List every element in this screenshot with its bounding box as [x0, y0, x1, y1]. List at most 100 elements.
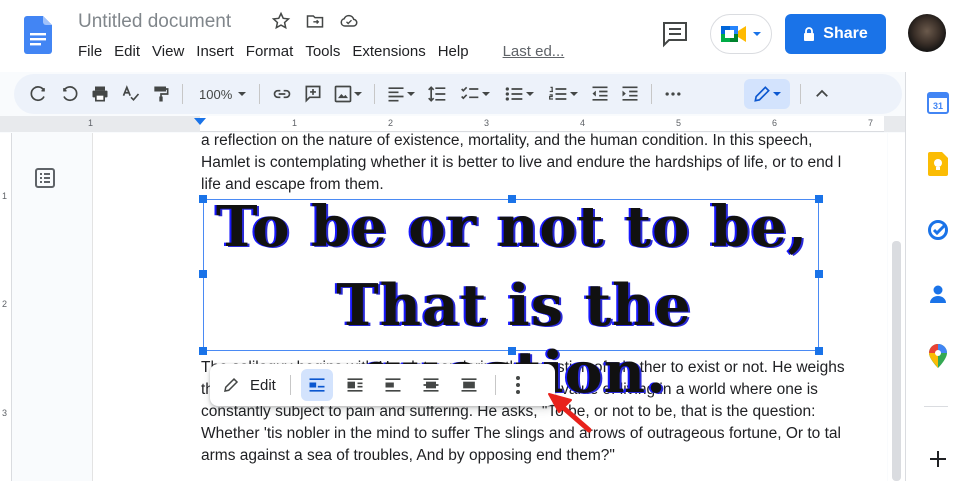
toolbar-divider — [374, 84, 375, 104]
menu-insert[interactable]: Insert — [195, 43, 240, 60]
document-title[interactable]: Untitled document — [78, 11, 231, 33]
lock-icon — [804, 27, 815, 41]
side-panel: 31 — [905, 72, 964, 481]
resize-handle[interactable] — [508, 195, 516, 203]
contacts-icon[interactable] — [926, 282, 950, 306]
chevron-down-icon — [238, 92, 246, 96]
inline-with-text-button[interactable] — [300, 369, 333, 401]
ruler-mark: 1 — [88, 118, 94, 128]
menu-view[interactable]: View — [151, 43, 190, 60]
meet-button[interactable] — [710, 14, 772, 54]
align-left-icon — [388, 87, 404, 102]
spellcheck-button[interactable] — [116, 80, 146, 108]
line-spacing-icon — [428, 86, 446, 102]
more-options-button[interactable] — [658, 80, 688, 108]
menu-tools[interactable]: Tools — [304, 43, 346, 60]
insert-image-button[interactable] — [328, 80, 368, 108]
ruler-margin-right — [884, 116, 905, 132]
toolbar-divider — [259, 84, 260, 104]
line-spacing-button[interactable] — [421, 80, 453, 108]
resize-handle[interactable] — [199, 347, 207, 355]
keep-icon[interactable] — [926, 152, 950, 176]
header: Untitled document File Edit View Insert … — [0, 0, 964, 72]
chevron-down-icon — [773, 92, 781, 96]
formatting-toolbar: 100% — [14, 74, 902, 114]
resize-handle[interactable] — [199, 195, 207, 203]
undo-icon — [30, 86, 45, 102]
text-line: a reflection on the nature of existence,… — [201, 132, 813, 149]
editing-mode-button[interactable] — [744, 79, 790, 109]
resize-handle[interactable] — [815, 270, 823, 278]
share-button[interactable]: Share — [785, 14, 886, 54]
text-line: Whether 'tis nobler in the mind to suffe… — [201, 425, 841, 442]
docs-logo-icon[interactable] — [24, 16, 52, 54]
title-icons — [270, 10, 360, 32]
bulleted-list-icon — [505, 87, 523, 101]
bulleted-list-button[interactable] — [497, 80, 541, 108]
chevron-down-icon — [482, 92, 490, 96]
insert-link-button[interactable] — [266, 80, 298, 108]
add-comment-button[interactable] — [298, 80, 328, 108]
print-button[interactable] — [84, 80, 116, 108]
menu-file[interactable]: File — [77, 43, 108, 60]
comment-history-icon[interactable] — [660, 20, 690, 48]
behind-text-button[interactable] — [415, 369, 447, 401]
tasks-icon[interactable] — [926, 218, 950, 242]
edit-image-button[interactable]: Edit — [222, 376, 276, 394]
paint-format-button[interactable] — [146, 80, 176, 108]
paragraph-1[interactable]: a reflection on the nature of existence,… — [201, 130, 841, 196]
all-image-options-button[interactable] — [508, 369, 528, 401]
checklist-button[interactable] — [453, 80, 497, 108]
indent-marker[interactable] — [194, 118, 206, 125]
wrap-text-button[interactable] — [339, 369, 371, 401]
numbered-list-button[interactable] — [541, 80, 585, 108]
zoom-select[interactable]: 100% — [189, 80, 253, 108]
zoom-value: 100% — [199, 86, 233, 102]
chevron-down-icon — [570, 92, 578, 96]
user-avatar[interactable] — [908, 14, 946, 52]
increase-indent-button[interactable] — [615, 80, 645, 108]
spellcheck-icon — [122, 85, 140, 102]
resize-handle[interactable] — [815, 347, 823, 355]
align-button[interactable] — [381, 80, 421, 108]
add-addon-icon[interactable] — [926, 447, 950, 471]
menu-format[interactable]: Format — [245, 43, 300, 60]
ruler-mark: 4 — [580, 118, 586, 128]
selected-image[interactable]: To be or not to be, That is the question… — [199, 194, 823, 406]
behind-text-icon — [423, 378, 439, 392]
scrollbar-thumb[interactable] — [892, 241, 901, 481]
document-outline-icon[interactable] — [33, 166, 57, 190]
decrease-indent-button[interactable] — [585, 80, 615, 108]
chevron-down-icon — [407, 92, 415, 96]
menu-help[interactable]: Help — [437, 43, 475, 60]
text-line: Hamlet is contemplating whether it is be… — [201, 154, 842, 171]
maps-icon[interactable] — [926, 344, 950, 368]
in-front-of-text-button[interactable] — [453, 369, 485, 401]
calendar-icon[interactable]: 31 — [926, 91, 950, 115]
increase-indent-icon — [622, 86, 638, 101]
move-folder-icon[interactable] — [304, 10, 326, 32]
star-icon[interactable] — [270, 10, 292, 32]
menu-extensions[interactable]: Extensions — [351, 43, 431, 60]
in-front-text-icon — [461, 378, 477, 392]
undo-button[interactable] — [24, 80, 54, 108]
toolbar-divider — [494, 375, 496, 395]
break-text-button[interactable] — [377, 369, 409, 401]
checklist-icon — [461, 86, 479, 100]
redo-icon — [63, 86, 78, 102]
resize-handle[interactable] — [508, 347, 516, 355]
svg-text:31: 31 — [933, 101, 943, 111]
resize-handle[interactable] — [199, 270, 207, 278]
last-edit-link[interactable]: Last ed... — [502, 43, 571, 60]
redo-button[interactable] — [54, 80, 84, 108]
vertical-ruler[interactable]: 1 2 3 — [0, 133, 12, 481]
vertical-scrollbar[interactable] — [888, 133, 905, 481]
paint-format-icon — [154, 86, 169, 102]
cloud-saved-icon[interactable] — [338, 10, 360, 32]
resize-handle[interactable] — [815, 195, 823, 203]
hide-menus-button[interactable] — [807, 80, 837, 108]
toolbar-divider — [182, 84, 183, 104]
menu-edit[interactable]: Edit — [113, 43, 146, 60]
meet-icon — [721, 26, 746, 42]
chevron-down-icon — [753, 32, 761, 36]
